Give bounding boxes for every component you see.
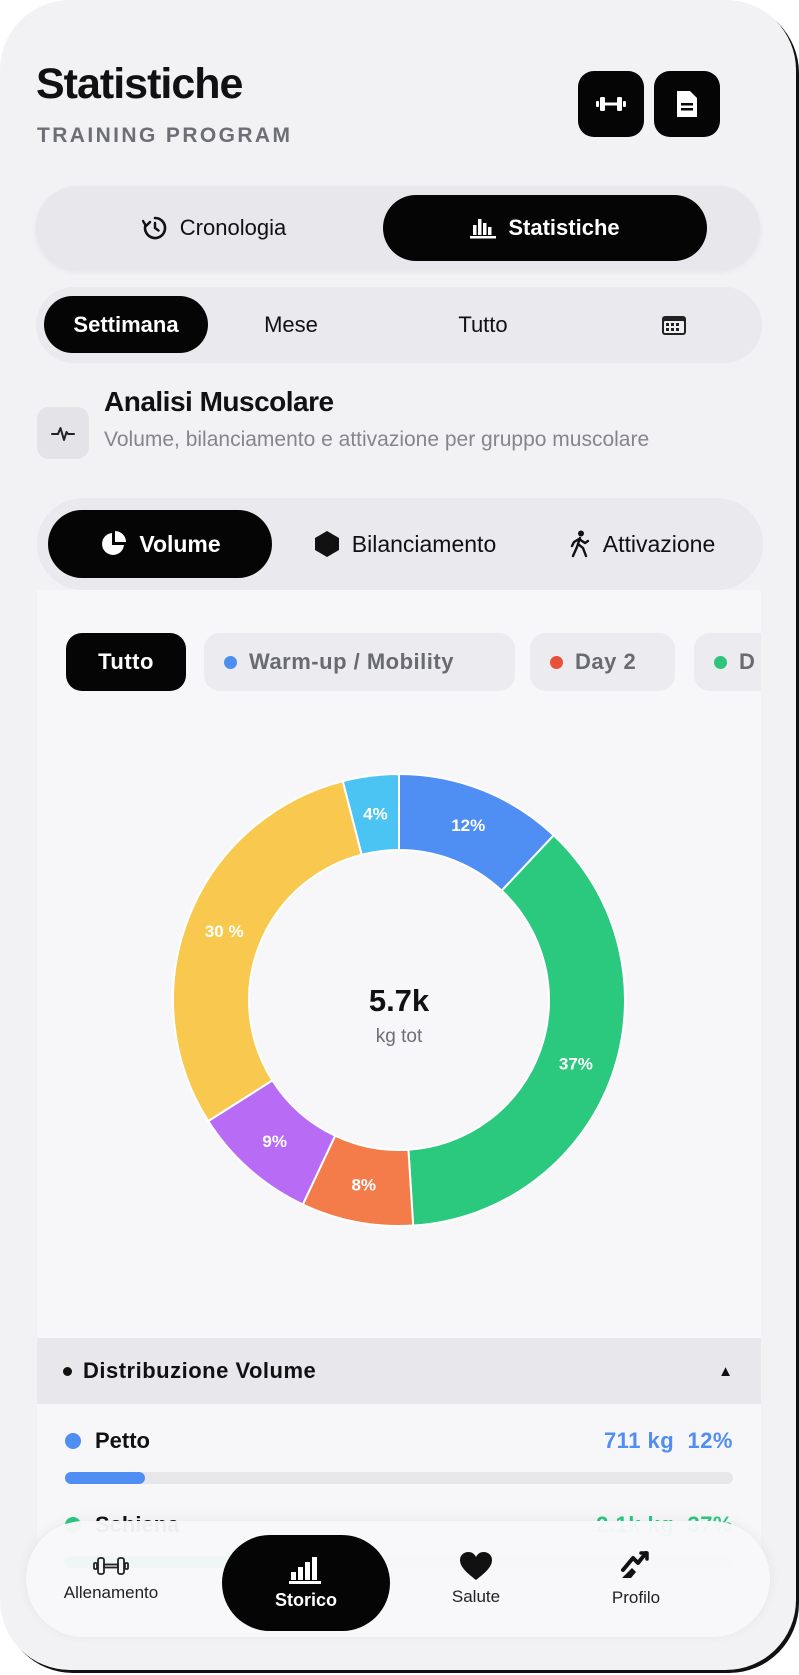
report-button[interactable] xyxy=(654,71,720,137)
calendar-icon xyxy=(662,315,686,335)
period-tutto[interactable]: Tutto xyxy=(428,296,538,353)
distribution-title: Distribuzione Volume xyxy=(83,1358,317,1383)
workout-button[interactable] xyxy=(578,71,644,137)
bullet-icon xyxy=(63,1366,72,1376)
tab-attivazione-label: Attivazione xyxy=(602,530,716,557)
analysis-tabs: Volume Bilanciamento Attivazione xyxy=(37,498,763,590)
section-icon-badge xyxy=(37,407,89,459)
distribution-header[interactable]: Distribuzione Volume ▲ xyxy=(37,1338,761,1404)
color-dot-icon xyxy=(65,1433,81,1449)
nav-salute-label: Salute xyxy=(451,1587,501,1606)
pulse-icon xyxy=(51,427,75,441)
dumbbell-icon xyxy=(596,97,626,111)
section-title: Analisi Muscolare xyxy=(104,386,334,417)
muscle-name: Petto xyxy=(95,1428,150,1453)
hexagon-icon xyxy=(314,531,339,557)
period-settimana[interactable]: Settimana xyxy=(44,296,208,353)
tab-statistiche[interactable]: Statistiche xyxy=(383,195,707,261)
tab-cronologia-label: Cronologia xyxy=(179,215,287,240)
chart-total-value: 5.7k xyxy=(368,983,430,1018)
slice-label: 12% xyxy=(451,816,485,835)
page-title: Statistiche xyxy=(36,60,243,108)
tab-attivazione[interactable]: Attivazione xyxy=(547,510,737,578)
section-description: Volume, bilanciamento e attivazione per … xyxy=(104,428,650,451)
phone-frame: Statistiche TRAINING PROGRAM Cronologia xyxy=(0,0,796,1670)
progress-bar xyxy=(65,1472,733,1484)
donut-chart: 12% 37% 8% 9% 30 % 4% xyxy=(37,590,761,1290)
volume-card: Tutto Warm-up / Mobility Day 2 D 12% 37% 8… xyxy=(37,590,761,1590)
nav-salute[interactable]: Salute xyxy=(436,1521,516,1637)
period-selector: Settimana Mese Tutto xyxy=(36,287,762,363)
tab-bilanciamento-label: Bilanciamento xyxy=(351,530,497,557)
pie-icon xyxy=(102,531,127,555)
calendar-button[interactable] xyxy=(644,296,704,353)
tab-volume[interactable]: Volume xyxy=(48,510,272,578)
slice-label: 30 % xyxy=(205,922,244,941)
bar-chart-icon xyxy=(289,1556,321,1584)
muscle-value: 711 kg 12% xyxy=(604,1428,733,1454)
bar-chart-icon xyxy=(470,219,497,239)
nav-profilo[interactable]: Profilo xyxy=(596,1521,676,1637)
document-icon xyxy=(677,91,697,117)
slice-label: 8% xyxy=(351,1176,376,1195)
tab-cronologia[interactable]: Cronologia xyxy=(46,195,382,261)
slice-label: 37% xyxy=(559,1055,593,1074)
slice-label: 9% xyxy=(262,1132,287,1151)
nav-storico-label: Storico xyxy=(274,1589,337,1610)
page-subtitle: TRAINING PROGRAM xyxy=(37,124,293,147)
tab-bilanciamento[interactable]: Bilanciamento xyxy=(299,510,511,578)
profile-icon xyxy=(621,1551,649,1578)
nav-profilo-label: Profilo xyxy=(611,1588,661,1607)
walking-icon xyxy=(570,530,589,558)
history-icon xyxy=(141,216,167,240)
chart-total-label: kg tot xyxy=(375,1026,423,1047)
progress-fill xyxy=(65,1472,146,1484)
nav-allenamento[interactable]: Allenamento xyxy=(56,1521,166,1637)
tab-statistiche-label: Statistiche xyxy=(508,215,620,240)
heart-icon xyxy=(460,1552,492,1580)
dumbbell-icon xyxy=(93,1557,129,1575)
slice-label: 4% xyxy=(363,804,388,823)
nav-storico[interactable]: Storico xyxy=(222,1535,390,1631)
collapse-icon[interactable]: ▲ xyxy=(718,1363,733,1380)
muscle-pct: 12% xyxy=(687,1428,733,1453)
muscle-kg: 711 kg xyxy=(603,1428,675,1453)
nav-allenamento-label: Allenamento xyxy=(63,1583,159,1602)
period-mese[interactable]: Mese xyxy=(236,296,346,353)
view-toggle: Cronologia Statistiche xyxy=(36,186,760,270)
tab-volume-label: Volume xyxy=(139,530,221,557)
bottom-nav: Allenamento Storico Salute Profilo xyxy=(26,1521,770,1637)
